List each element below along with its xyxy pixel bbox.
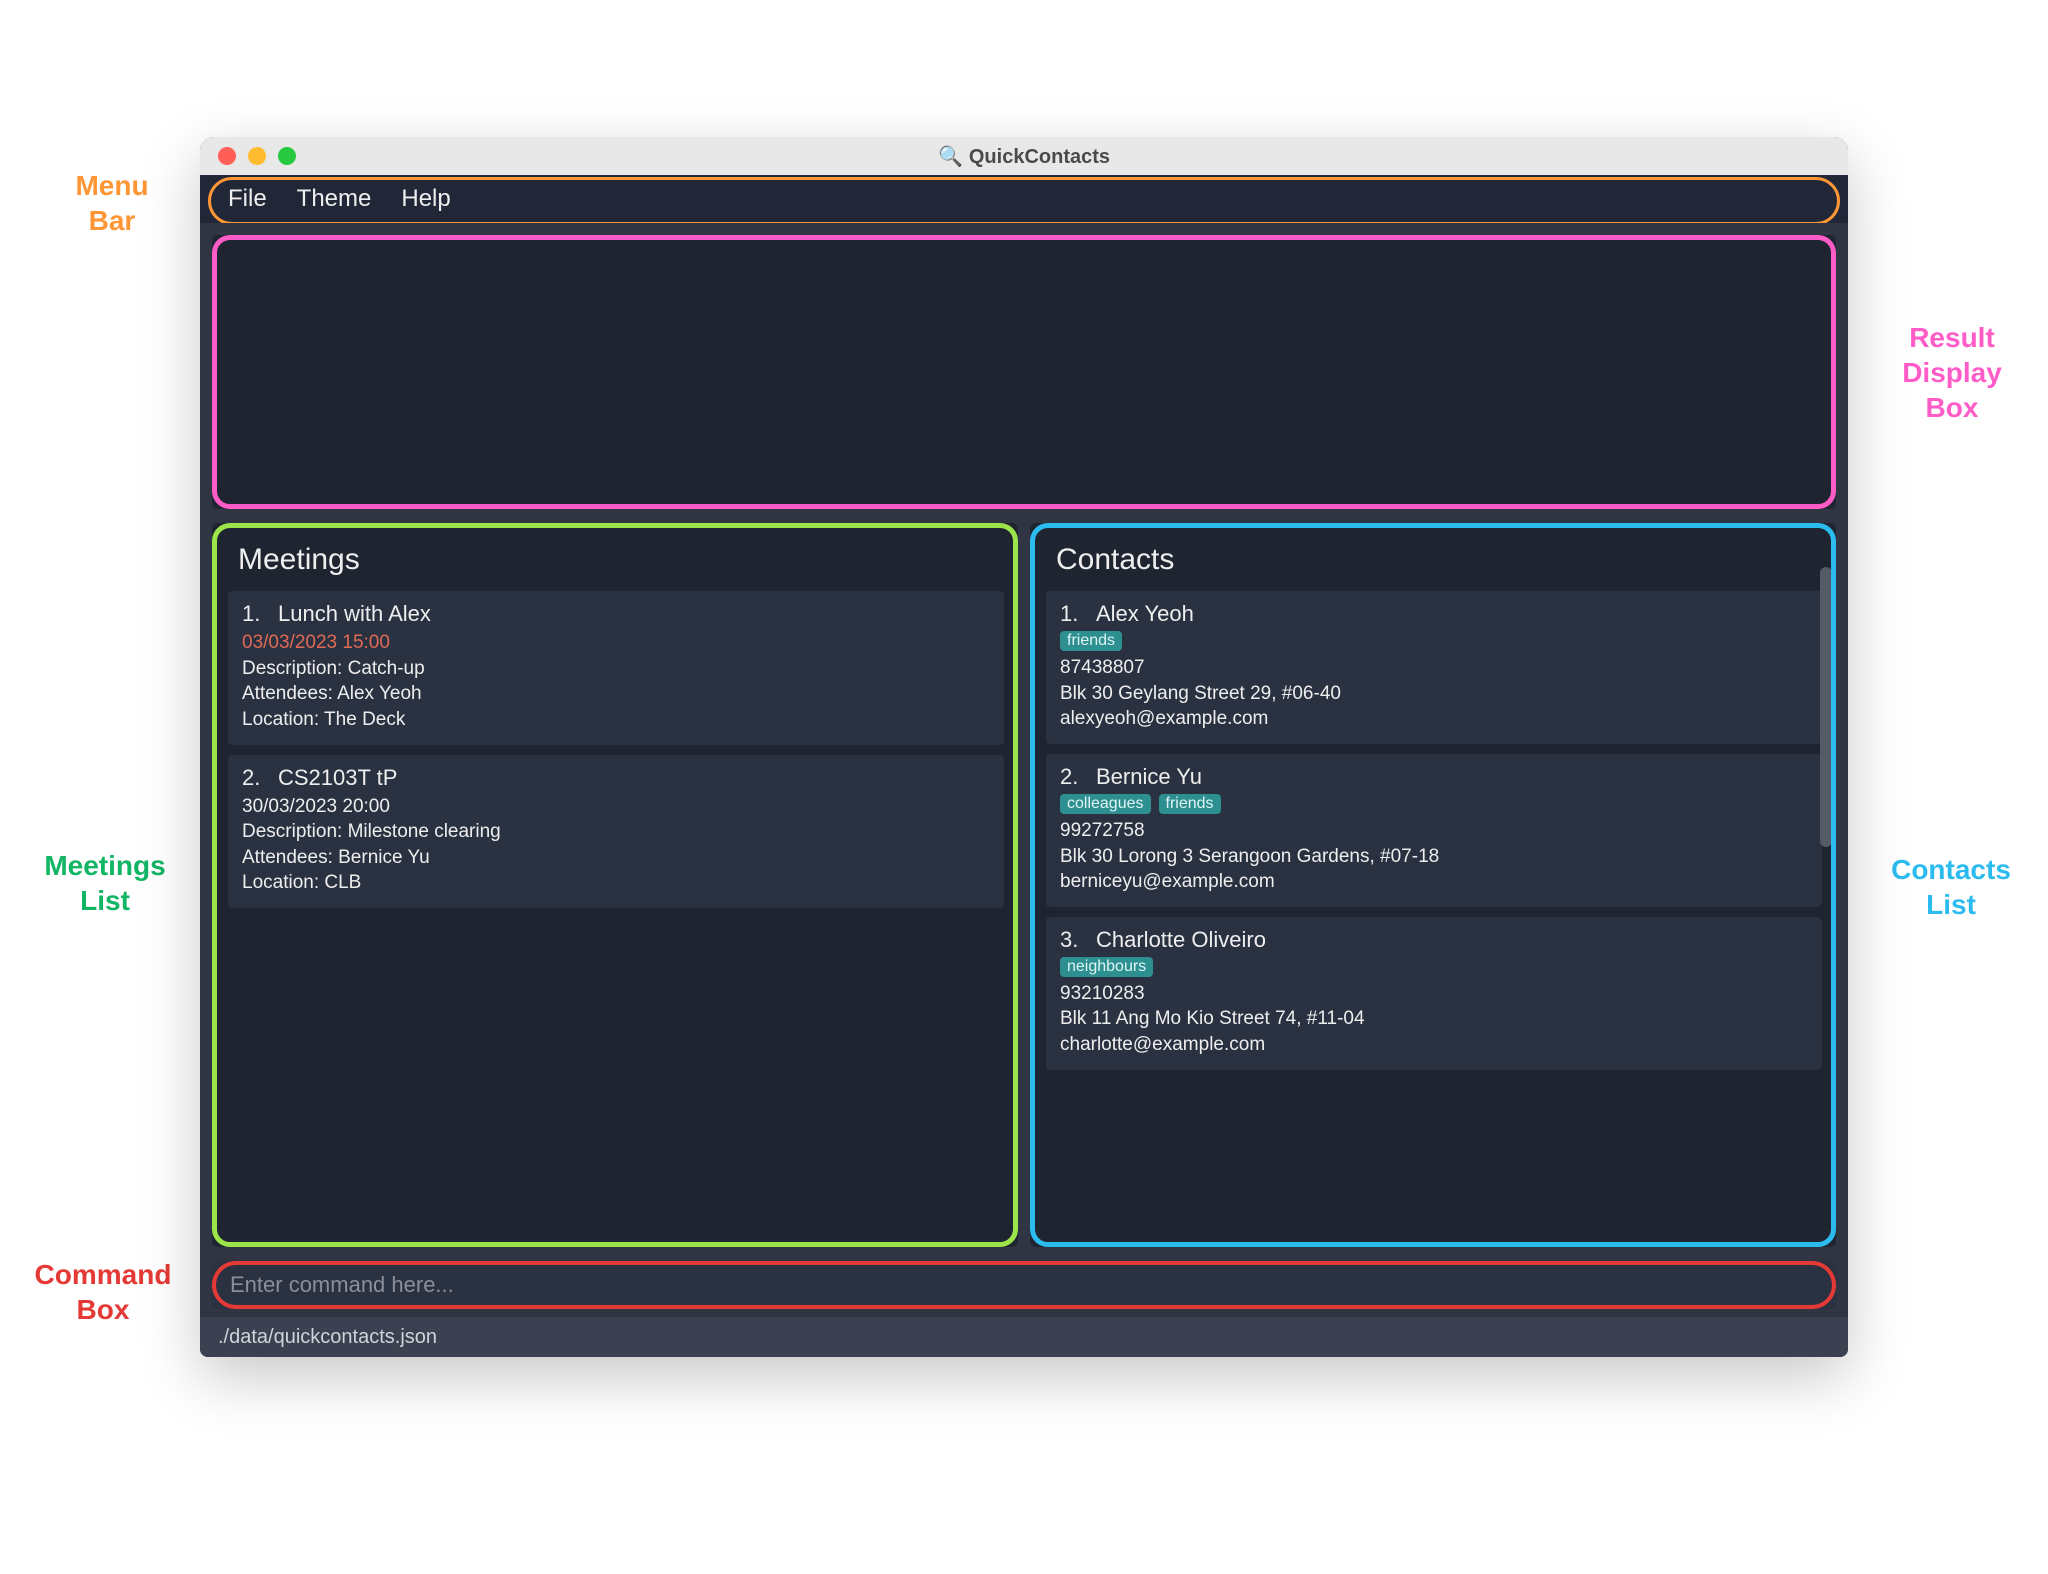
lists-row: Meetings 1. Lunch with Alex 03/03/2023 1… bbox=[212, 523, 1836, 1247]
meeting-datetime: 03/03/2023 15:00 bbox=[242, 630, 990, 656]
titlebar: 🔍 QuickContacts bbox=[200, 137, 1848, 175]
contact-email: berniceyu@example.com bbox=[1060, 869, 1808, 895]
tag: colleagues bbox=[1060, 794, 1151, 814]
contact-tags: neighbours bbox=[1060, 957, 1808, 977]
command-box[interactable] bbox=[212, 1261, 1836, 1309]
contact-name: Alex Yeoh bbox=[1096, 601, 1194, 627]
menubar[interactable]: File Theme Help bbox=[200, 175, 1848, 223]
contact-email: alexyeoh@example.com bbox=[1060, 706, 1808, 732]
command-input[interactable] bbox=[230, 1272, 1818, 1298]
contacts-scrollbar[interactable] bbox=[1820, 567, 1832, 847]
contact-index: 1. bbox=[1060, 601, 1082, 627]
result-display-box bbox=[212, 235, 1836, 509]
meeting-name: CS2103T tP bbox=[278, 765, 397, 791]
menu-theme[interactable]: Theme bbox=[297, 185, 372, 213]
tag: neighbours bbox=[1060, 957, 1153, 977]
contact-phone: 99272758 bbox=[1060, 818, 1808, 844]
annotation-command-box: CommandBox bbox=[8, 1257, 198, 1327]
contact-phone: 87438807 bbox=[1060, 655, 1808, 681]
contact-address: Blk 11 Ang Mo Kio Street 74, #11-04 bbox=[1060, 1006, 1808, 1032]
meeting-location: Location: The Deck bbox=[242, 707, 990, 733]
meeting-index: 1. bbox=[242, 601, 264, 627]
app-body: Meetings 1. Lunch with Alex 03/03/2023 1… bbox=[200, 223, 1848, 1357]
contacts-panel: Contacts 1. Alex Yeoh friends 87438807 B… bbox=[1030, 523, 1836, 1247]
contact-item[interactable]: 1. Alex Yeoh friends 87438807 Blk 30 Gey… bbox=[1046, 591, 1822, 744]
contact-item[interactable]: 3. Charlotte Oliveiro neighbours 9321028… bbox=[1046, 917, 1822, 1070]
annotation-contacts-list: ContactsList bbox=[1866, 852, 2036, 922]
contact-index: 3. bbox=[1060, 927, 1082, 953]
meeting-attendees: Attendees: Alex Yeoh bbox=[242, 681, 990, 707]
app-title-text: QuickContacts bbox=[969, 146, 1110, 168]
window-title: 🔍 QuickContacts bbox=[200, 144, 1848, 169]
contact-index: 2. bbox=[1060, 764, 1082, 790]
status-bar: ./data/quickcontacts.json bbox=[200, 1317, 1848, 1357]
meetings-panel: Meetings 1. Lunch with Alex 03/03/2023 1… bbox=[212, 523, 1018, 1247]
meeting-item[interactable]: 2. CS2103T tP 30/03/2023 20:00 Descripti… bbox=[228, 755, 1004, 909]
meeting-datetime: 30/03/2023 20:00 bbox=[242, 794, 990, 820]
contact-tags: colleagues friends bbox=[1060, 794, 1808, 814]
contact-phone: 93210283 bbox=[1060, 981, 1808, 1007]
app-icon: 🔍 bbox=[938, 146, 963, 168]
contacts-title: Contacts bbox=[1056, 543, 1814, 577]
tag: friends bbox=[1159, 794, 1221, 814]
contacts-list[interactable]: 1. Alex Yeoh friends 87438807 Blk 30 Gey… bbox=[1046, 591, 1822, 1070]
contact-email: charlotte@example.com bbox=[1060, 1032, 1808, 1058]
meeting-location: Location: CLB bbox=[242, 870, 990, 896]
meetings-title: Meetings bbox=[238, 543, 996, 577]
contact-item[interactable]: 2. Bernice Yu colleagues friends 9927275… bbox=[1046, 754, 1822, 907]
annotation-result-outline bbox=[212, 235, 1836, 509]
annotation-menu-bar: MenuBar bbox=[42, 168, 182, 238]
contact-address: Blk 30 Lorong 3 Serangoon Gardens, #07-1… bbox=[1060, 844, 1808, 870]
contact-tags: friends bbox=[1060, 631, 1808, 651]
menu-file[interactable]: File bbox=[228, 185, 267, 213]
annotation-result-display-box: ResultDisplayBox bbox=[1872, 320, 2032, 425]
meeting-description: Description: Catch-up bbox=[242, 656, 990, 682]
app-window: 🔍 QuickContacts File Theme Help Meetings … bbox=[200, 137, 1848, 1357]
contact-name: Charlotte Oliveiro bbox=[1096, 927, 1266, 953]
meeting-name: Lunch with Alex bbox=[278, 601, 431, 627]
contact-name: Bernice Yu bbox=[1096, 764, 1202, 790]
meeting-attendees: Attendees: Bernice Yu bbox=[242, 845, 990, 871]
contact-address: Blk 30 Geylang Street 29, #06-40 bbox=[1060, 681, 1808, 707]
meeting-index: 2. bbox=[242, 765, 264, 791]
tag: friends bbox=[1060, 631, 1122, 651]
annotation-meetings-list: MeetingsList bbox=[20, 848, 190, 918]
meetings-list[interactable]: 1. Lunch with Alex 03/03/2023 15:00 Desc… bbox=[228, 591, 1004, 908]
meeting-item[interactable]: 1. Lunch with Alex 03/03/2023 15:00 Desc… bbox=[228, 591, 1004, 745]
menu-help[interactable]: Help bbox=[401, 185, 450, 213]
status-path: ./data/quickcontacts.json bbox=[218, 1326, 437, 1349]
meeting-description: Description: Milestone clearing bbox=[242, 819, 990, 845]
